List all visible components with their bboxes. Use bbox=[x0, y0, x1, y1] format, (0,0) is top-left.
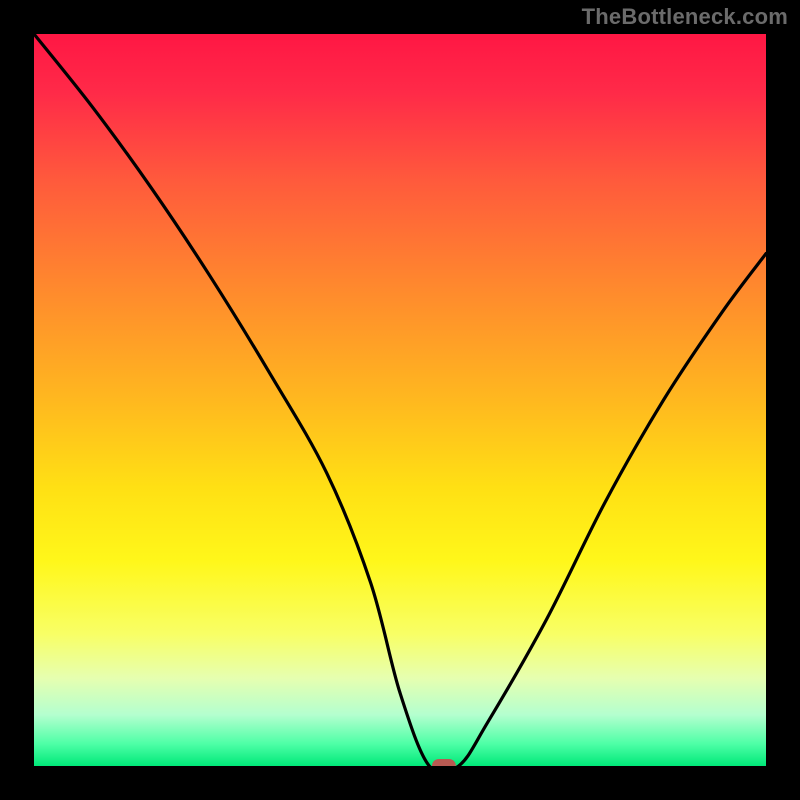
plot-area bbox=[34, 34, 766, 766]
bottleneck-chart bbox=[34, 34, 766, 766]
optimal-point-marker bbox=[432, 759, 456, 766]
gradient-background bbox=[34, 34, 766, 766]
watermark-text: TheBottleneck.com bbox=[582, 4, 788, 30]
chart-container: TheBottleneck.com bbox=[0, 0, 800, 800]
